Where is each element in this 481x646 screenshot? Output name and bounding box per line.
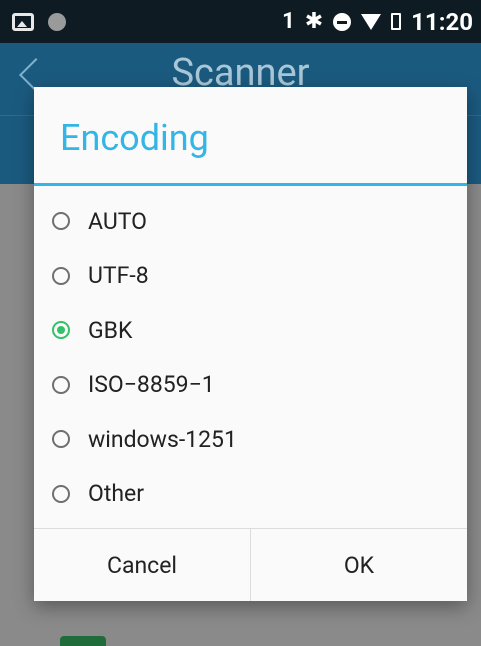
radio-button-icon[interactable] (52, 430, 70, 449)
radio-button-icon[interactable] (52, 266, 70, 285)
encoding-dialog: Encoding AUTO UTF-8 GBK ISO−8859−1 windo… (34, 87, 467, 601)
dialog-title: Encoding (60, 117, 209, 159)
ok-button[interactable]: OK (250, 529, 467, 601)
encoding-options: AUTO UTF-8 GBK ISO−8859−1 windows-1251 O… (34, 194, 467, 521)
green-button-edge (60, 636, 106, 646)
option-label: GBK (88, 316, 133, 344)
image-icon (12, 12, 34, 31)
option-auto[interactable]: AUTO (34, 194, 467, 249)
battery-icon (391, 13, 402, 30)
dialog-button-row: Cancel OK (34, 528, 467, 601)
option-windows-1251[interactable]: windows-1251 (34, 412, 467, 467)
sim-indicator: 1 (282, 9, 295, 34)
cancel-button[interactable]: Cancel (34, 529, 250, 601)
do-not-disturb-icon (333, 12, 352, 31)
option-label: ISO−8859−1 (88, 371, 215, 399)
wifi-icon (361, 13, 382, 30)
option-label: windows-1251 (88, 425, 237, 453)
option-utf-8[interactable]: UTF-8 (34, 249, 467, 304)
bluetooth-icon: ✱ (304, 9, 324, 34)
notification-dot-icon (48, 12, 66, 31)
dialog-title-divider (34, 183, 467, 186)
radio-button-icon[interactable] (52, 484, 70, 503)
option-label: Other (88, 480, 145, 508)
status-time: 11:20 (411, 7, 473, 36)
option-iso-8859-1[interactable]: ISO−8859−1 (34, 358, 467, 413)
option-label: UTF-8 (88, 262, 149, 290)
radio-button-icon[interactable] (52, 375, 70, 394)
status-bar: 1 ✱ 11:20 (0, 0, 481, 43)
option-label: AUTO (88, 207, 147, 235)
option-other[interactable]: Other (34, 467, 467, 522)
radio-button-checked-icon[interactable] (52, 321, 70, 340)
option-gbk[interactable]: GBK (34, 303, 467, 358)
radio-button-icon[interactable] (52, 212, 70, 231)
